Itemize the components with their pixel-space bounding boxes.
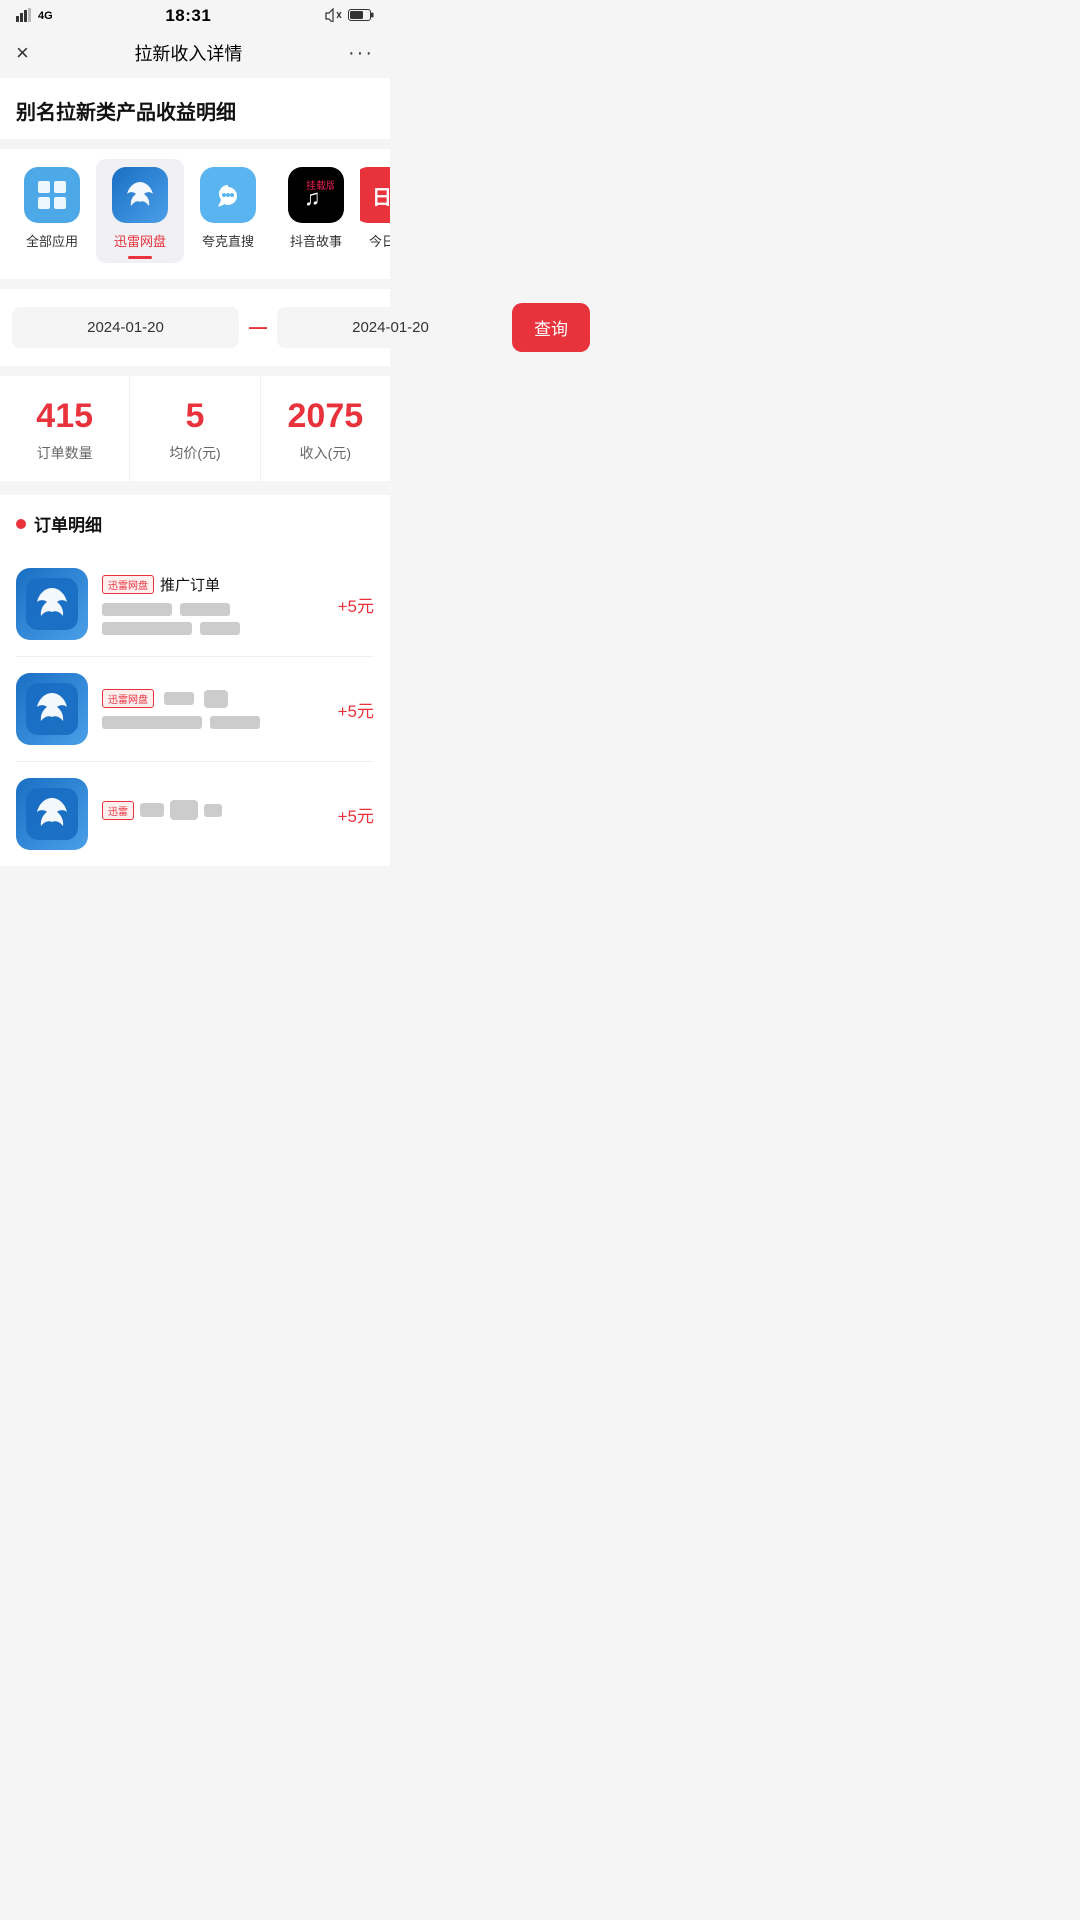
order-badge-3: 迅雷 [102,801,134,820]
order-info-blurred-2 [210,716,260,729]
network-type: 4G [38,10,53,22]
order-app-icon [16,568,88,640]
order-amount-3: +5元 [338,802,374,827]
today-label: 今日 [369,231,390,250]
order-id-blurred [102,603,172,616]
order-id-blurred-2 [102,716,202,729]
order-section-label: 订单明细 [34,511,102,536]
order-amount-2: +5元 [338,697,374,722]
order-count-label: 订单数量 [37,443,93,463]
order-section: 订单明细 迅雷网盘 推广订单 [0,495,390,866]
signal-icon [16,8,34,25]
app-tabs: 全部应用 迅雷网盘 夸克直搜 [0,159,390,279]
nav-bar: × 拉新收入详情 ··· [0,30,390,78]
order-item-3[interactable]: 迅雷 +5元 [16,762,374,866]
order-meta-2 [102,716,324,729]
order-amount: +5元 [338,592,374,617]
douyin-icon: ♫ 挂载版 [288,167,344,223]
all-apps-icon [24,167,80,223]
kuake-label: 夸克直搜 [202,231,254,250]
all-apps-label: 全部应用 [26,231,78,250]
order-status-blurred [200,622,240,635]
stat-order-count: 415 订单数量 [0,376,130,481]
avg-price-value: 5 [186,398,205,435]
order-meta [102,603,324,635]
xunlei-icon [112,167,168,223]
order-info-blurred [102,622,192,635]
order-blurred-title [164,692,194,705]
more-button[interactable]: ··· [348,42,374,65]
status-time: 18:31 [165,6,211,26]
blurred-c [204,804,222,817]
date-filter: — 查询 [0,289,390,366]
order-content-3: 迅雷 [102,800,324,828]
status-bar: 4G 18:31 [0,0,390,30]
date-divider: — [247,317,269,338]
order-badge: 迅雷网盘 [102,575,154,594]
tab-kuake[interactable]: 夸克直搜 [184,159,272,263]
today-icon: 日 [360,167,390,223]
tab-xunlei[interactable]: 迅雷网盘 [96,159,184,263]
order-app-icon-3 [16,778,88,850]
tab-douyin[interactable]: ♫ 挂载版 抖音故事 [272,159,360,263]
order-list: 迅雷网盘 推广订单 +5元 [16,552,374,866]
order-section-title: 订单明细 [16,511,374,536]
order-type: 推广订单 [160,574,220,595]
xunlei-label: 迅雷网盘 [114,231,166,250]
kuake-icon [200,167,256,223]
order-date-blurred [180,603,230,616]
start-date-input[interactable] [12,307,239,348]
stats-card: 415 订单数量 5 均价(元) 2075 收入(元) [0,376,390,481]
stat-revenue: 2075 收入(元) [261,376,390,481]
end-date-input[interactable] [277,307,504,348]
status-icons [324,8,374,25]
order-content-2: 迅雷网盘 [102,689,324,729]
section-title: 别名拉新类产品收益明细 [0,78,390,139]
order-header-2: 迅雷网盘 [102,689,324,708]
douyin-label: 抖音故事 [290,231,342,250]
order-header: 迅雷网盘 推广订单 [102,574,324,595]
svg-text:挂载版: 挂载版 [306,179,334,192]
section-dot [16,519,26,529]
tab-all-apps[interactable]: 全部应用 [8,159,96,263]
battery-icon [348,8,374,25]
query-button[interactable]: 查询 [512,303,590,352]
avg-price-label: 均价(元) [169,443,220,463]
page-title: 拉新收入详情 [134,40,242,66]
app-tabs-container: 全部应用 迅雷网盘 夸克直搜 [0,149,390,279]
revenue-label: 收入(元) [300,443,351,463]
signal-area: 4G [16,8,53,25]
close-button[interactable]: × [16,40,29,66]
active-indicator [128,256,152,259]
order-content: 迅雷网盘 推广订单 [102,574,324,635]
order-blurred-icon [204,690,228,708]
order-item[interactable]: 迅雷网盘 推广订单 +5元 [16,552,374,657]
stat-avg-price: 5 均价(元) [130,376,260,481]
blurred-b [170,800,198,820]
revenue-value: 2075 [288,398,364,435]
order-badge-2: 迅雷网盘 [102,689,154,708]
tab-today[interactable]: 日 今日 [360,159,390,263]
blurred-a [140,803,164,817]
mute-icon [324,8,342,25]
order-count-value: 415 [36,398,93,435]
order-app-icon-2 [16,673,88,745]
order-header-3: 迅雷 [102,800,324,820]
order-item[interactable]: 迅雷网盘 +5元 [16,657,374,762]
